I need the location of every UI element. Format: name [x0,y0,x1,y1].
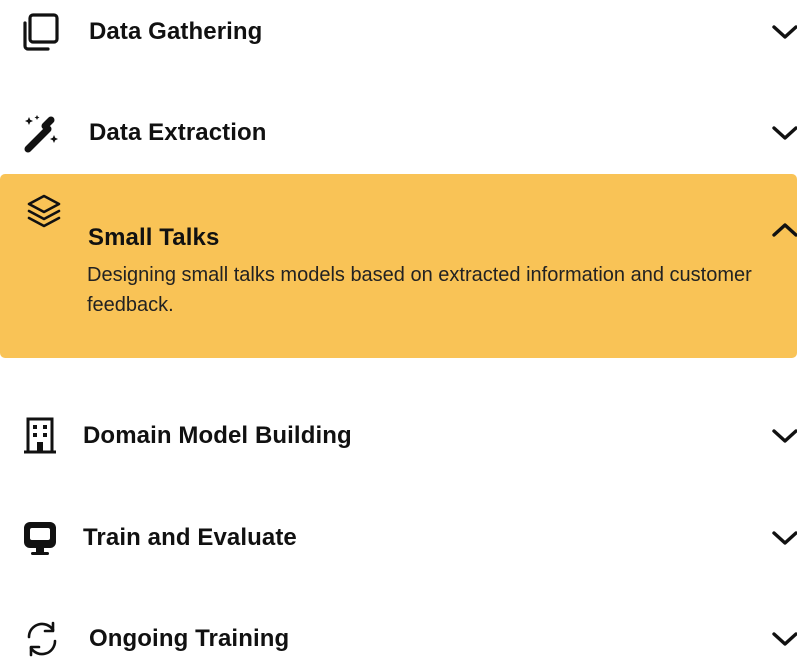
accordion-header-ongoing-training[interactable]: Ongoing Training [0,607,797,671]
accordion-title: Data Extraction [89,119,267,146]
chevron-down-icon[interactable] [771,426,797,446]
accordion-item-train-and-evaluate: Train and Evaluate [0,506,797,570]
building-icon [20,416,60,456]
accordion-item-data-gathering: Data Gathering [0,0,797,64]
accordion-title: Domain Model Building [83,422,352,449]
chevron-down-icon[interactable] [771,528,797,548]
monitor-icon [20,518,60,558]
accordion-title: Small Talks [88,224,220,251]
accordion-header-train-and-evaluate[interactable]: Train and Evaluate [0,506,797,570]
chevron-down-icon[interactable] [771,629,797,649]
accordion-item-data-extraction: Data Extraction [0,101,797,165]
chevron-down-icon[interactable] [771,123,797,143]
magic-wand-icon [20,113,60,153]
refresh-icon [22,619,62,659]
accordion-header-domain-model-building[interactable]: Domain Model Building [0,404,797,468]
accordion-header-data-extraction[interactable]: Data Extraction [0,101,797,165]
accordion-item-domain-model-building: Domain Model Building [0,404,797,468]
accordion-header-small-talks[interactable]: Small Talks [0,174,797,251]
accordion-title: Train and Evaluate [83,524,297,551]
accordion-item-ongoing-training: Ongoing Training [0,607,797,671]
copy-icon [20,12,60,52]
chevron-down-icon[interactable] [771,22,797,42]
accordion-item-small-talks: Small Talks Designing small talks models… [0,174,797,358]
accordion-description: Designing small talks models based on ex… [87,264,752,316]
chevron-up-icon[interactable] [771,220,797,240]
layers-icon [24,192,64,232]
accordion-header-data-gathering[interactable]: Data Gathering [0,0,797,64]
accordion-title: Data Gathering [89,18,263,45]
accordion-title: Ongoing Training [89,625,290,652]
